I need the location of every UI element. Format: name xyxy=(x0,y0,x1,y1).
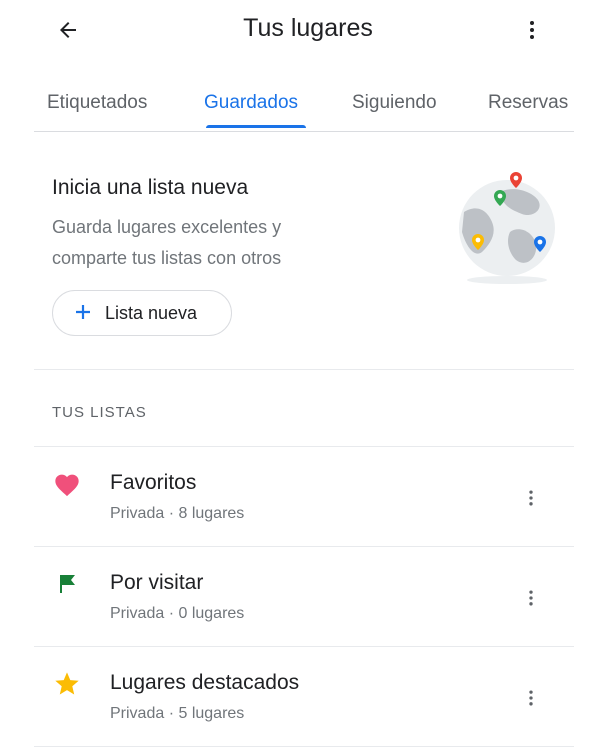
more-vert-icon xyxy=(529,690,533,706)
new-list-button[interactable]: Lista nueva xyxy=(52,290,232,336)
tab-etiquetados[interactable]: Etiquetados xyxy=(47,92,147,114)
list-meta: Privada · 5 lugares xyxy=(110,705,245,722)
more-options-button[interactable] xyxy=(514,12,550,48)
active-tab-indicator xyxy=(206,125,306,128)
lists-section-header: TUS LISTAS xyxy=(52,404,147,421)
more-vert-icon xyxy=(530,21,534,39)
list-meta: Privada · 0 lugares xyxy=(110,605,245,622)
tab-reservas[interactable]: Reservas xyxy=(488,92,568,114)
tab-guardados[interactable]: Guardados xyxy=(204,92,298,114)
new-list-button-label: Lista nueva xyxy=(105,303,198,323)
list-more-button[interactable] xyxy=(516,683,546,713)
more-vert-icon xyxy=(529,590,533,606)
promo-description: Guarda lugares excelentes y comparte tus… xyxy=(52,217,282,268)
plus-icon xyxy=(76,305,90,319)
list-more-button[interactable] xyxy=(516,483,546,513)
list-divider xyxy=(34,746,574,747)
list-name: Favoritos xyxy=(110,471,197,494)
heart-icon xyxy=(52,469,82,499)
promo-title: Inicia una lista nueva xyxy=(52,176,249,199)
tab-bar: Etiquetados Guardados Siguiendo Reservas xyxy=(0,80,616,132)
list-name: Lugares destacados xyxy=(110,671,300,694)
list-item-lugares-destacados[interactable]: Lugares destacados Privada · 5 lugares xyxy=(0,647,616,747)
globe-pins-illustration xyxy=(459,172,555,284)
list-meta: Privada · 8 lugares xyxy=(110,505,245,522)
star-icon xyxy=(52,669,82,699)
list-more-button[interactable] xyxy=(516,583,546,613)
more-vert-icon xyxy=(529,490,533,506)
list-name: Por visitar xyxy=(110,571,204,594)
new-list-promo: Inicia una lista nueva Guarda lugares ex… xyxy=(0,132,616,370)
list-item-por-visitar[interactable]: Por visitar Privada · 0 lugares xyxy=(0,547,616,647)
tab-siguiendo[interactable]: Siguiendo xyxy=(352,92,437,114)
flag-icon xyxy=(52,569,82,599)
app-bar: Tus lugares xyxy=(0,0,616,60)
section-divider xyxy=(34,369,574,370)
list-item-favoritos[interactable]: Favoritos Privada · 8 lugares xyxy=(0,447,616,547)
